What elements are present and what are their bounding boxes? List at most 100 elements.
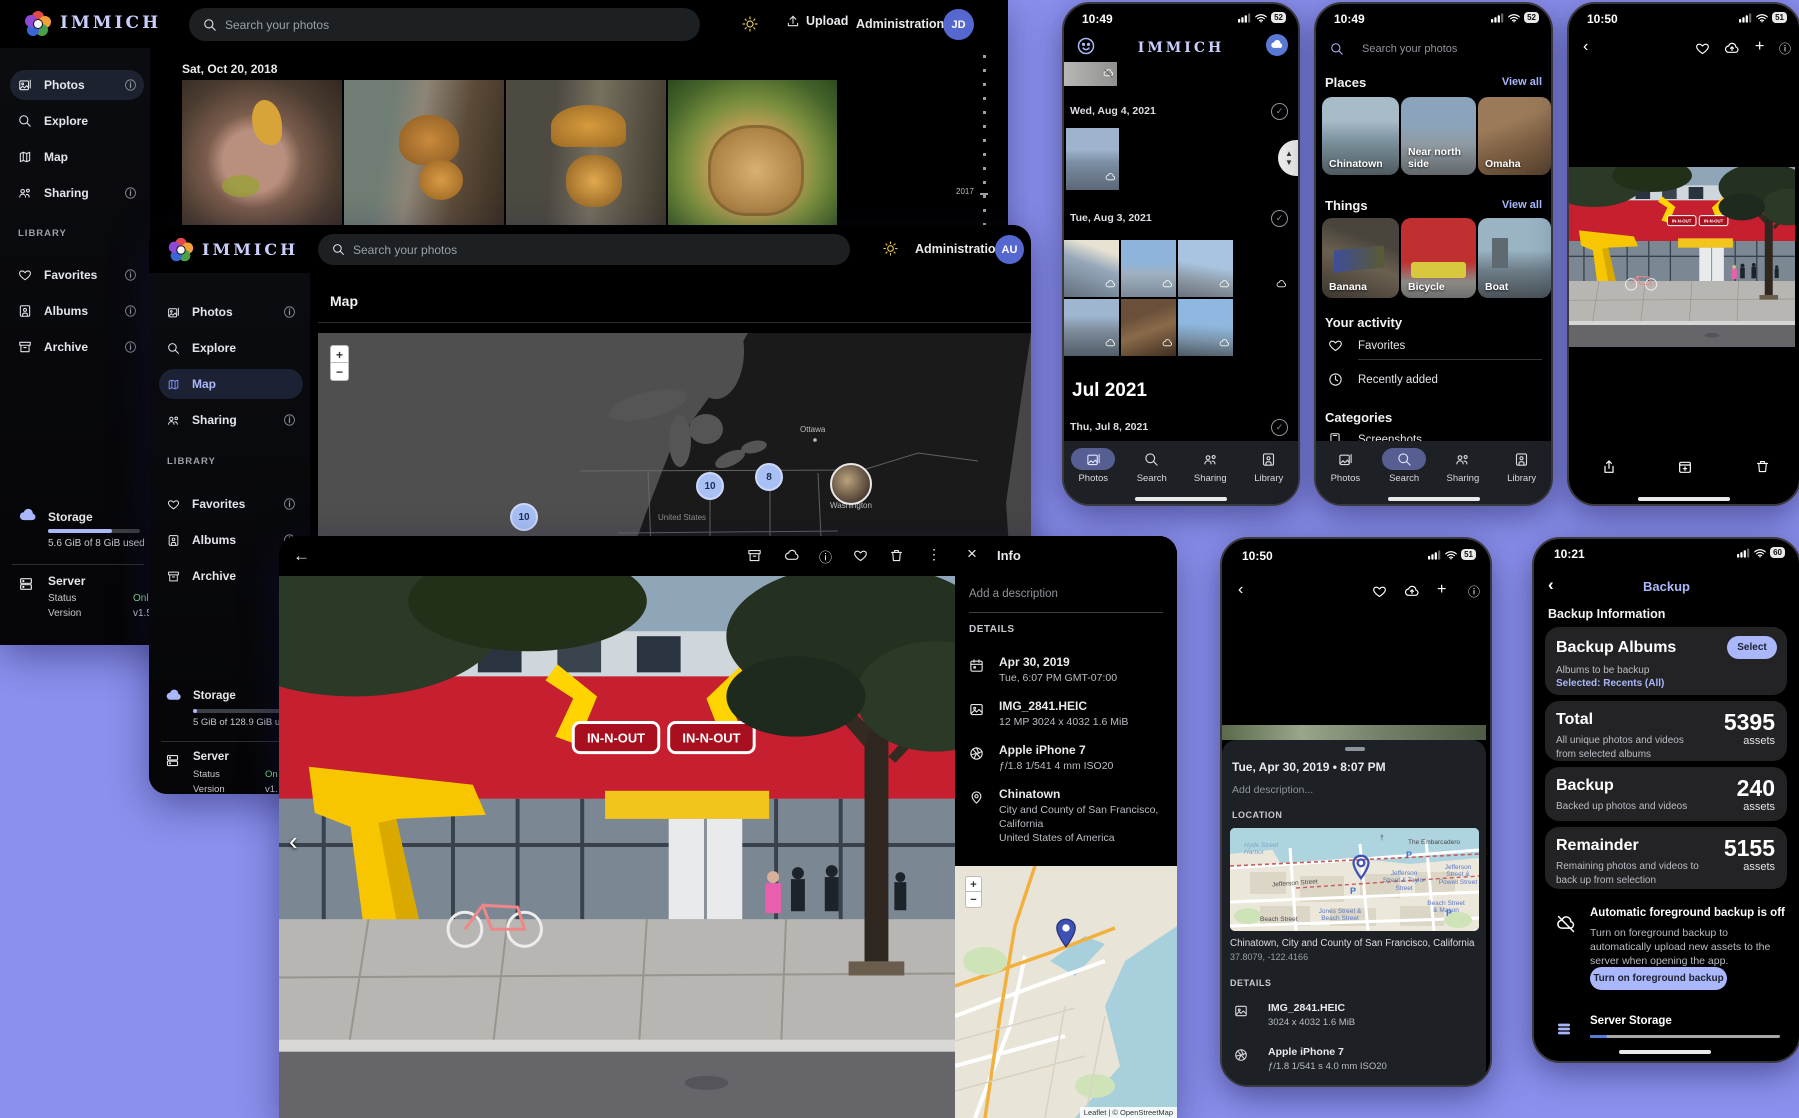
- description-input[interactable]: Add description...: [1232, 784, 1313, 796]
- add-plus-icon[interactable]: +: [1755, 38, 1764, 56]
- location-map[interactable]: † Hyde Street Harbor The Embarcadero Jef…: [1230, 828, 1479, 931]
- place-card[interactable]: Chinatown: [1322, 97, 1399, 175]
- previous-photo-chevron[interactable]: ‹: [289, 826, 298, 857]
- photo-thumbnail[interactable]: [1064, 62, 1117, 86]
- info-icon[interactable]: ⓘ: [819, 547, 832, 566]
- back-chevron-icon[interactable]: ‹: [1238, 581, 1243, 599]
- map-zoom-out-button[interactable]: −: [330, 362, 349, 381]
- timeline-scrubber[interactable]: 2017: [968, 55, 1004, 240]
- photo-thumbnail[interactable]: [182, 80, 342, 227]
- sidebar-item-albums[interactable]: Albumsⓘ: [10, 296, 144, 326]
- cloud-upload-icon[interactable]: [1724, 41, 1740, 57]
- map-cluster-marker[interactable]: 10: [510, 503, 538, 531]
- map-cluster-marker[interactable]: 10: [696, 472, 724, 500]
- info-icon[interactable]: ⓘ: [125, 77, 136, 93]
- description-input[interactable]: Add a description: [969, 588, 1058, 600]
- administration-link[interactable]: Administration: [915, 242, 1003, 256]
- share-icon[interactable]: [1601, 459, 1617, 475]
- home-indicator[interactable]: [1388, 497, 1480, 501]
- photo-thumbnail[interactable]: [1235, 240, 1290, 297]
- nav-search[interactable]: Search: [1123, 448, 1182, 484]
- search-input[interactable]: Search your photos: [318, 234, 850, 265]
- theme-toggle-sun-icon[interactable]: [742, 16, 758, 32]
- info-icon[interactable]: ⓘ: [125, 267, 136, 283]
- photo-thumbnail[interactable]: [344, 80, 504, 227]
- profile-avatar[interactable]: [1266, 34, 1288, 56]
- sidebar-item-explore[interactable]: Explore: [10, 106, 144, 136]
- sidebar-item-map[interactable]: Map: [10, 142, 144, 172]
- back-arrow-icon[interactable]: ←: [293, 546, 310, 566]
- sidebar-item-photos[interactable]: Photosⓘ: [159, 297, 303, 327]
- home-indicator[interactable]: [1135, 497, 1227, 501]
- home-indicator[interactable]: [1638, 497, 1730, 501]
- info-icon[interactable]: ⓘ: [284, 412, 295, 428]
- photo-sliver[interactable]: [1222, 725, 1486, 740]
- close-icon[interactable]: ×: [967, 544, 977, 564]
- location-mini-map[interactable]: + − Leaflet | © OpenStreetMap: [955, 866, 1177, 1118]
- timeline-scrubber-handle[interactable]: ▲▼: [1278, 140, 1300, 176]
- thing-card[interactable]: Bicycle: [1401, 218, 1476, 298]
- thing-card[interactable]: Boat: [1478, 218, 1551, 298]
- info-icon[interactable]: ⓘ: [125, 303, 136, 319]
- detail-date[interactable]: Apr 30, 2019: [999, 655, 1070, 669]
- viewer-photo[interactable]: [1569, 167, 1795, 347]
- photo-thumbnail[interactable]: [1178, 240, 1233, 297]
- archive-icon[interactable]: [747, 548, 762, 563]
- sidebar-item-archive[interactable]: Archiveⓘ: [10, 332, 144, 362]
- sidebar-item-favorites[interactable]: Favoritesⓘ: [10, 260, 144, 290]
- home-indicator[interactable]: [1619, 1050, 1711, 1054]
- add-plus-icon[interactable]: +: [1437, 581, 1446, 599]
- nav-search[interactable]: Search: [1375, 448, 1434, 484]
- info-icon[interactable]: ⓘ: [284, 304, 295, 320]
- favorite-heart-icon[interactable]: [1372, 584, 1387, 599]
- theme-toggle-sun-icon[interactable]: [883, 241, 898, 256]
- nav-photos[interactable]: Photos: [1064, 448, 1123, 484]
- photo-thumbnail[interactable]: [1064, 240, 1119, 297]
- user-avatar[interactable]: AU: [995, 235, 1024, 264]
- info-icon[interactable]: ⓘ: [1468, 583, 1480, 600]
- info-icon[interactable]: ⓘ: [125, 339, 136, 355]
- search-input[interactable]: Search your photos: [189, 8, 700, 41]
- map-attribution[interactable]: Leaflet | © OpenStreetMap: [1080, 1107, 1177, 1118]
- photo-thumbnail[interactable]: [1121, 299, 1176, 356]
- select-group-check-icon[interactable]: ✓: [1271, 419, 1288, 436]
- sidebar-item-favorites[interactable]: Favoritesⓘ: [159, 489, 303, 519]
- detail-location[interactable]: Chinatown: [999, 787, 1060, 801]
- photo-thumbnail[interactable]: [506, 80, 666, 227]
- sheet-drag-handle[interactable]: [1345, 747, 1365, 751]
- photo-thumbnail[interactable]: [1178, 299, 1233, 356]
- select-group-check-icon[interactable]: ✓: [1271, 210, 1288, 227]
- sidebar-item-explore[interactable]: Explore: [159, 333, 303, 363]
- place-card[interactable]: Near north side: [1401, 97, 1476, 175]
- photo-thumbnail[interactable]: [1121, 240, 1176, 297]
- nav-sharing[interactable]: Sharing: [1434, 448, 1493, 484]
- sidebar-item-sharing[interactable]: Sharingⓘ: [10, 178, 144, 208]
- activity-recently-added[interactable]: Recently added: [1358, 374, 1438, 386]
- trash-icon[interactable]: [889, 548, 904, 563]
- select-button[interactable]: Select: [1727, 636, 1777, 659]
- place-card[interactable]: Omaha: [1478, 97, 1551, 175]
- nav-library[interactable]: Library: [1240, 448, 1299, 484]
- favorite-heart-icon[interactable]: [853, 548, 868, 563]
- sidebar-item-sharing[interactable]: Sharingⓘ: [159, 405, 303, 435]
- map-photo-marker[interactable]: [830, 463, 872, 505]
- map-cluster-marker[interactable]: 8: [755, 463, 783, 491]
- minimap-zoom-out-button[interactable]: −: [965, 891, 982, 908]
- trash-icon[interactable]: [1755, 459, 1770, 474]
- photo-thumbnail[interactable]: [1064, 299, 1119, 356]
- info-icon[interactable]: ⓘ: [284, 496, 295, 512]
- activity-favorites[interactable]: Favorites: [1358, 340, 1405, 352]
- upload-button[interactable]: Upload: [786, 14, 848, 28]
- more-kebab-icon[interactable]: ⋮: [927, 546, 941, 563]
- archive-add-icon[interactable]: [1677, 459, 1693, 475]
- photo-thumbnail[interactable]: [1066, 128, 1119, 190]
- info-icon[interactable]: ⓘ: [1779, 40, 1791, 57]
- things-view-all[interactable]: View all: [1502, 199, 1542, 211]
- user-avatar[interactable]: JD: [943, 9, 974, 40]
- photo-thumbnail[interactable]: [668, 80, 837, 227]
- viewer-photo[interactable]: ‹: [279, 576, 955, 1118]
- places-view-all[interactable]: View all: [1502, 76, 1542, 88]
- turn-on-backup-button[interactable]: Turn on foreground backup: [1590, 967, 1727, 990]
- search-input[interactable]: Search your photos: [1316, 34, 1551, 64]
- sidebar-item-map[interactable]: Map: [159, 369, 303, 399]
